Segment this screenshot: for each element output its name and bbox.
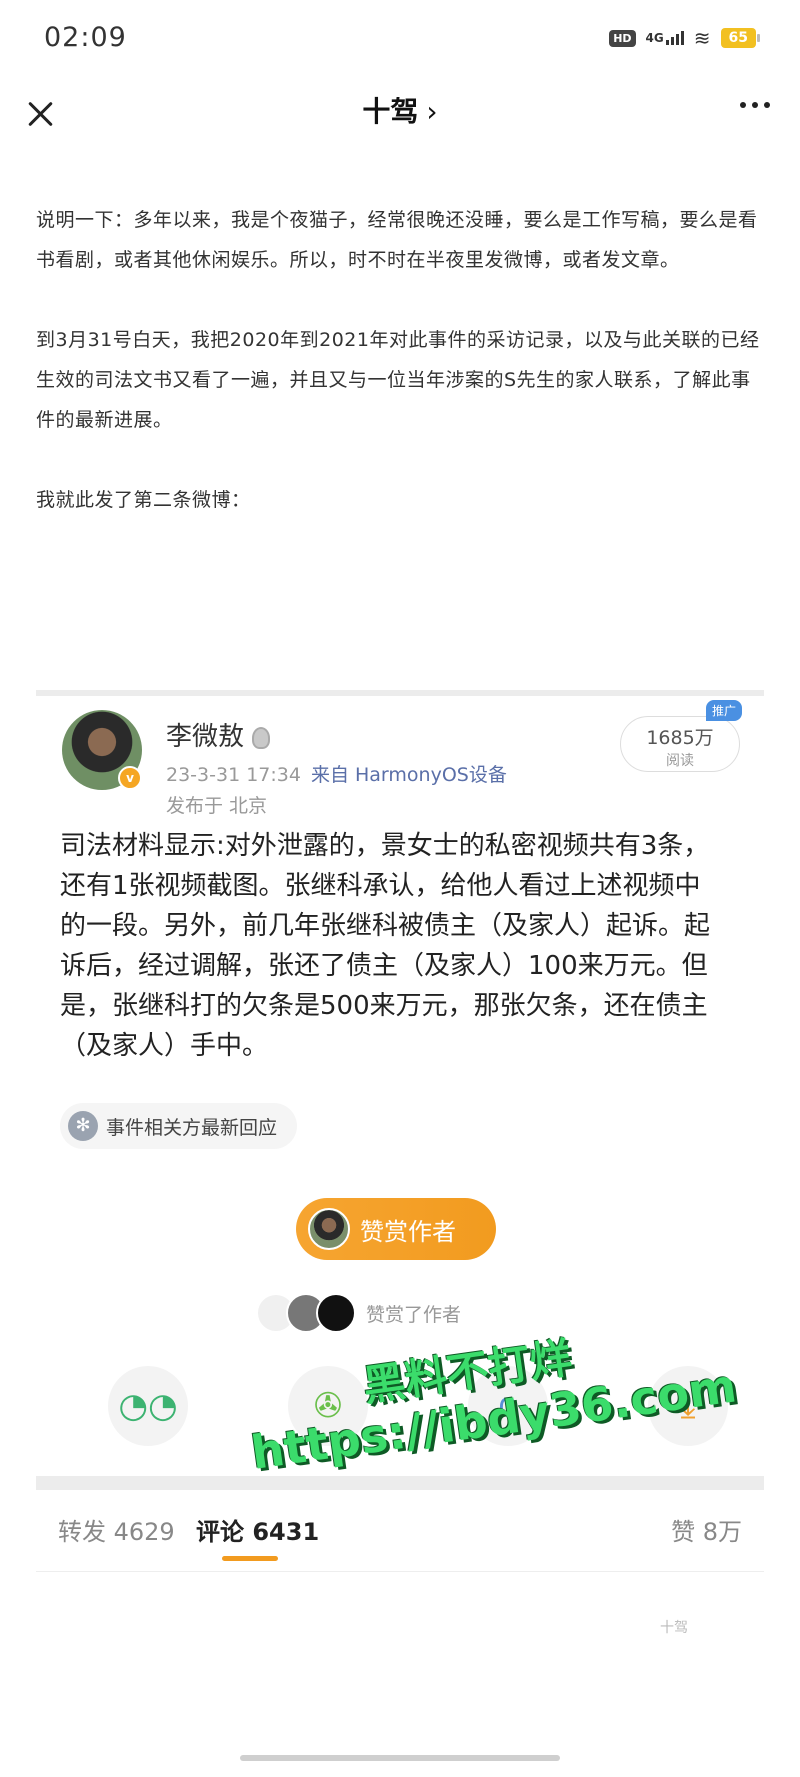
moments-icon[interactable]: ✇: [288, 1366, 368, 1446]
hd-icon: HD: [609, 29, 636, 47]
related-topic-label: 事件相关方最新回应: [106, 1116, 278, 1139]
tab-like[interactable]: 赞 8万: [671, 1512, 742, 1547]
signal-bars-icon: [665, 31, 684, 45]
status-time: 02:09: [44, 22, 127, 53]
weibo-card: v 李微敖 23-3-31 17:34 来自 HarmonyOS设备 发布于 北京…: [36, 690, 764, 1660]
account-name: 十驾: [362, 95, 419, 128]
post-source: 来自 HarmonyOS设备: [310, 764, 507, 786]
read-count: 1685万: [646, 727, 714, 749]
home-indicator[interactable]: [240, 1755, 560, 1761]
promo-tag: 推广: [705, 700, 742, 721]
tab-repost[interactable]: 转发 4629: [58, 1512, 175, 1547]
tab-comment[interactable]: 评论 6431: [196, 1512, 319, 1547]
wifi-icon: ≋: [693, 26, 711, 50]
share-icon[interactable]: ∩: [468, 1366, 548, 1446]
article-paragraph: 我就此发了第二条微博：: [36, 489, 251, 511]
status-icons: HD 4G ≋ 65: [609, 26, 761, 50]
article-paragraph: 说明一下：多年以来，我是个夜猫子，经常很晚还没睡，要么是工作写稿，要么是看书看剧…: [36, 209, 758, 271]
status-bar: 02:09 HD 4G ≋ 65: [0, 0, 800, 80]
reward-author-button[interactable]: 赞赏作者: [296, 1198, 496, 1260]
article-body: 说明一下：多年以来，我是个夜猫子，经常很晚还没睡，要么是工作写稿，要么是看书看剧…: [36, 200, 764, 520]
divider: [36, 1476, 764, 1490]
rewarders-list[interactable]: 赞赏了作者: [256, 1293, 461, 1333]
share-row: ◔◔ ✇ ∩ ⤓: [108, 1366, 728, 1446]
post-text: 司法材料显示:对外泄露的，景女士的私密视频共有3条，还有1张视频截图。张继科承认…: [60, 831, 711, 1061]
topic-icon: [68, 1111, 98, 1141]
reward-avatar: [308, 1208, 350, 1250]
related-topic-chip[interactable]: 事件相关方最新回应: [60, 1103, 298, 1149]
reward-label: 赞赏作者: [360, 1217, 456, 1246]
chevron-right-icon: ›: [426, 95, 438, 128]
verified-badge-icon: v: [118, 766, 142, 790]
nav-title[interactable]: 十驾 ›: [0, 90, 800, 130]
read-count-badge: 1685万 阅读: [620, 716, 740, 772]
battery-icon: 65: [720, 28, 761, 48]
article-paragraph: 到3月31号白天，我把2020年到2021年对此事件的采访记录，以及与此关联的已…: [36, 329, 760, 431]
wechat-icon[interactable]: ◔◔: [108, 1366, 188, 1446]
active-tab-indicator: [222, 1556, 278, 1561]
author-name-text: 李微敖: [166, 722, 245, 752]
read-label: 阅读: [666, 753, 694, 769]
author-name[interactable]: 李微敖: [166, 716, 271, 753]
interaction-tabs: 转发 4629 评论 6431 赞 8万: [36, 1490, 764, 1572]
corner-watermark: 十驾: [660, 1620, 688, 1636]
more-icon[interactable]: [740, 102, 770, 108]
nav-bar: 十驾 ›: [0, 80, 800, 160]
post-location: 发布于 北京: [166, 795, 268, 817]
rewarder-avatar: [316, 1293, 356, 1333]
medal-icon: [252, 726, 271, 749]
signal-icon: 4G: [646, 31, 684, 45]
network-label: 4G: [645, 31, 664, 45]
post-timestamp: 23-3-31 17:34: [166, 764, 301, 786]
download-icon[interactable]: ⤓: [648, 1366, 728, 1446]
rewarders-text: 赞赏了作者: [366, 1303, 462, 1326]
post-meta: 23-3-31 17:34 来自 HarmonyOS设备: [166, 760, 507, 787]
